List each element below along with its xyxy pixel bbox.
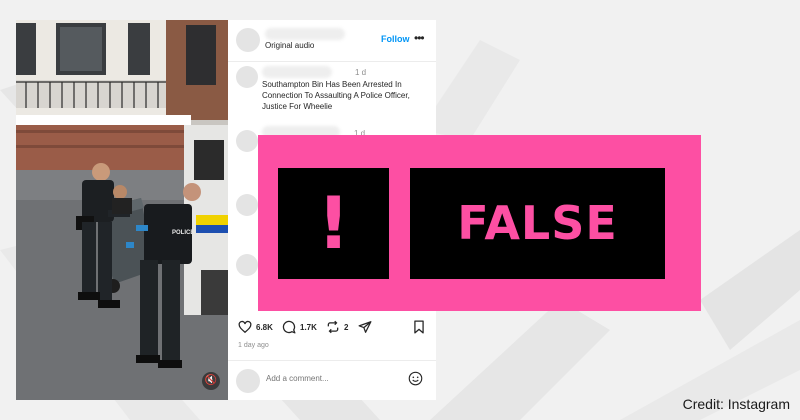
comment-icon[interactable]: [282, 320, 296, 334]
audio-label[interactable]: Original audio: [265, 41, 314, 50]
add-comment-bar: [228, 360, 436, 400]
viewer-avatar: [236, 369, 260, 393]
commenter-name-redacted: [262, 66, 332, 78]
commenter-avatar[interactable]: [236, 66, 258, 88]
repost-icon[interactable]: [326, 320, 340, 334]
mute-icon[interactable]: 🔇: [202, 372, 220, 390]
comment-text: Southampton Bin Has Been Arrested In Con…: [262, 80, 410, 111]
rating-symbol-box: !: [278, 168, 389, 279]
police-vest-text: POLICE: [172, 230, 194, 236]
comment-count[interactable]: 1.7K: [300, 323, 317, 332]
rating-label-box: FALSE: [410, 168, 665, 279]
image-credit: Credit: Instagram: [682, 396, 790, 412]
follow-button[interactable]: Follow: [381, 34, 410, 44]
share-icon[interactable]: [358, 320, 372, 334]
false-rating-stamp: ! FALSE: [258, 135, 701, 311]
like-count[interactable]: 6.8K: [256, 323, 273, 332]
post-date: 1 day ago: [238, 342, 269, 349]
author-name-redacted: [265, 28, 345, 40]
rating-label: FALSE: [457, 196, 618, 250]
post-video[interactable]: POLICE 🔇: [16, 20, 228, 400]
comment-time: 1 d: [355, 68, 367, 77]
commenter-avatar[interactable]: [236, 130, 258, 152]
bookmark-icon[interactable]: [412, 320, 426, 334]
heart-icon[interactable]: [238, 320, 252, 334]
add-comment-input[interactable]: [266, 374, 406, 383]
repost-count[interactable]: 2: [344, 323, 348, 332]
commenter-avatar[interactable]: [236, 194, 258, 216]
ellipsis-icon[interactable]: •••: [414, 31, 425, 45]
post-header: Original audio Follow •••: [228, 20, 436, 62]
video-frame: POLICE: [16, 20, 228, 400]
author-avatar[interactable]: [236, 28, 260, 52]
emoji-icon[interactable]: [408, 371, 423, 386]
action-bar: 6.8K 1.7K 2: [228, 316, 436, 340]
commenter-avatar[interactable]: [236, 254, 258, 276]
exclamation-icon: !: [317, 181, 350, 265]
